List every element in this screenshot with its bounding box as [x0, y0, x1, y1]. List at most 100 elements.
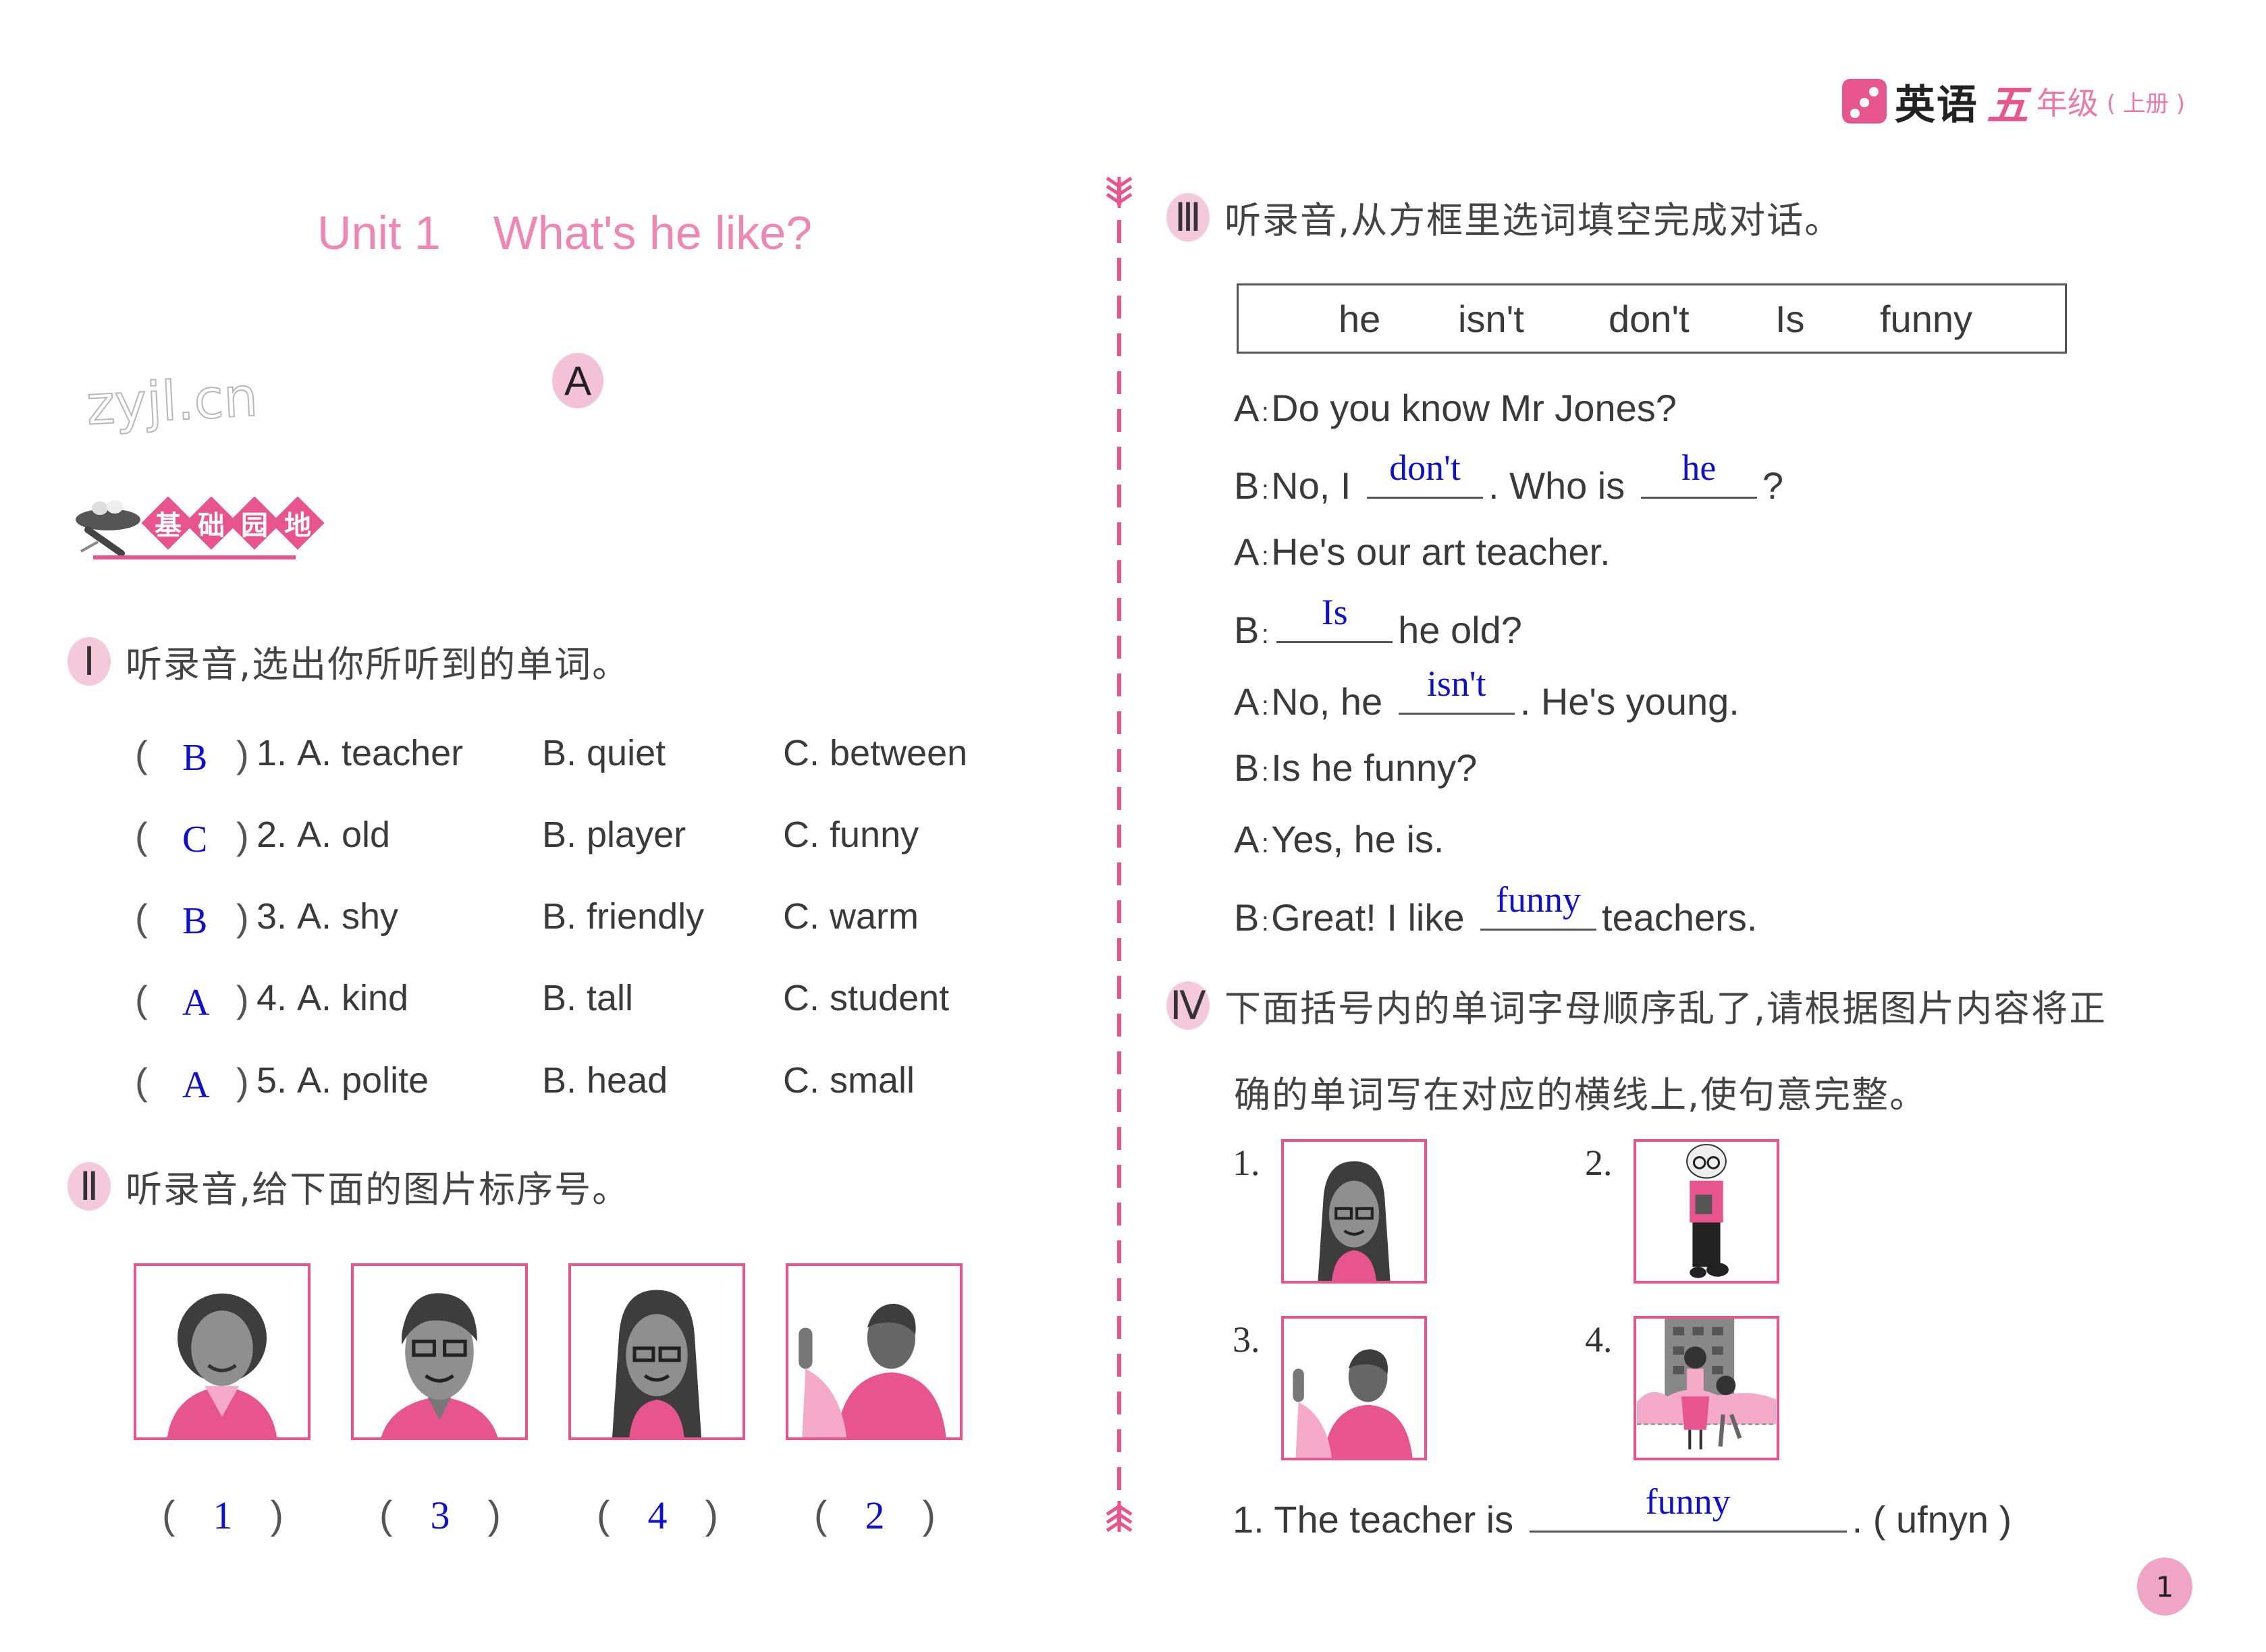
watermark: zyjl.cn [84, 364, 260, 437]
speaker-label: B [1234, 609, 1260, 651]
line-text: He's our art teacher. [1271, 530, 1611, 573]
answer-blank[interactable]: funny [1480, 879, 1597, 931]
answer-blank[interactable]: A [182, 1064, 209, 1107]
q2-picture [134, 1263, 311, 1440]
q1-item: (B) 3. A. shy B. friendly C. warm [135, 896, 1013, 976]
book-brand: 英语 五 年级 ( 上册 ) [1841, 71, 2185, 132]
line-text: . He's young. [1519, 680, 1739, 723]
q2-answer-label: (1) [162, 1493, 284, 1538]
option-b: B. player [542, 815, 686, 855]
line-text: . Who is [1488, 464, 1625, 507]
close-paren: ) [236, 978, 249, 1020]
banner-char: 地 [284, 510, 311, 541]
answer-blank[interactable]: B [182, 736, 207, 779]
answer-text: he [1681, 447, 1717, 488]
illustration-image [1284, 1319, 1424, 1458]
q4-header: Ⅳ 下面括号内的单词字母顺序乱了,请根据图片内容将正 [1166, 979, 2107, 1032]
section-banner: 基 础 园 地 [68, 489, 325, 563]
q2-picture [351, 1263, 528, 1440]
q4-sentence-1: 1. The teacher is funny . ( ufnyn ) [1233, 1481, 2012, 1541]
close-paren: ) [270, 1493, 284, 1537]
word-option: he [1339, 297, 1381, 340]
speaker-label: A [1234, 387, 1260, 429]
q4-number: Ⅳ [1166, 981, 1210, 1030]
q1-item: (C) 2. A. old B. player C. funny [135, 814, 1013, 895]
answer-blank[interactable]: 4 [648, 1493, 668, 1538]
close-paren: ) [487, 1493, 501, 1537]
line-text: Is he funny? [1271, 746, 1478, 789]
sentence-hint: . ( ufnyn ) [1852, 1498, 2012, 1541]
word-option: don't [1609, 297, 1690, 340]
banner-underline [93, 555, 296, 559]
open-paren: ( [162, 1493, 176, 1537]
open-paren: ( [379, 1493, 393, 1537]
q2-answer-label: (2) [814, 1493, 936, 1538]
illustration-image [1636, 1319, 1777, 1458]
word-option: isn't [1458, 297, 1524, 340]
dialogue-line: A : No, he isn't. He's young. [1234, 663, 1739, 723]
answer-text: isn't [1426, 663, 1486, 704]
answer-blank[interactable]: 1 [213, 1493, 233, 1538]
speaker-label: A [1234, 530, 1260, 573]
volume-label: ( 上册 ) [2106, 90, 2185, 117]
answer-blank[interactable]: isn't [1398, 663, 1515, 715]
answer-blank[interactable]: he [1640, 447, 1757, 499]
grade-number: 五 [1986, 80, 2028, 130]
line-text: he old? [1398, 609, 1522, 651]
speaker-label: B [1234, 746, 1260, 789]
dialogue-line: B : No, I don't. Who is he? [1234, 447, 1783, 507]
q4-picture-number: 3. [1233, 1319, 1260, 1360]
portrait-image [136, 1266, 308, 1437]
speaker-label: A [1234, 818, 1260, 860]
option-c: C. funny [783, 815, 919, 855]
illustration-image [1284, 1142, 1424, 1281]
dialogue-line: A : He's our art teacher. [1234, 530, 1611, 573]
word-option: Is [1775, 297, 1805, 340]
speaker-label: B [1234, 464, 1260, 507]
option-c: C. student [783, 978, 950, 1018]
option-b: B. head [542, 1060, 668, 1101]
answer-text: funny [1496, 879, 1582, 920]
page-number: 1 [2137, 1558, 2192, 1616]
answer-blank[interactable]: B [182, 900, 207, 943]
divider-arrow-bottom-icon [1106, 1501, 1133, 1533]
option-a: A. kind [297, 978, 409, 1018]
close-paren: ) [922, 1493, 936, 1537]
q2-picture [568, 1263, 745, 1440]
q1-number: Ⅰ [68, 636, 111, 686]
answer-blank[interactable]: A [182, 981, 209, 1024]
answer-blank[interactable]: funny [1529, 1481, 1847, 1533]
q4-picture-number: 1. [1233, 1142, 1260, 1183]
answer-blank[interactable]: 3 [431, 1493, 450, 1538]
q2-answer-label: (4) [597, 1493, 718, 1538]
portrait-image [354, 1266, 525, 1437]
option-a: A. teacher [297, 733, 464, 773]
answer-blank[interactable]: 2 [865, 1493, 885, 1538]
answer-blank[interactable]: Is [1276, 592, 1393, 643]
q3-header: Ⅲ 听录音,从方框里选词填空完成对话。 [1166, 190, 1842, 244]
option-b: B. tall [542, 978, 634, 1018]
option-a: A. polite [297, 1060, 429, 1101]
q1-item: (B) 1. A. teacher B. quiet C. between [135, 732, 1013, 813]
line-text: No, I [1271, 464, 1351, 507]
close-paren: ) [236, 815, 249, 857]
q2-instruction: 听录音,给下面的图片标序号。 [126, 1168, 630, 1211]
answer-text: don't [1389, 447, 1461, 488]
line-text: Yes, he is. [1271, 818, 1445, 860]
line-text: ? [1762, 464, 1783, 507]
illustration-image [1636, 1142, 1777, 1281]
dialogue-line: B : Is he funny? [1234, 746, 1478, 789]
option-b: B. quiet [542, 733, 666, 773]
answer-blank[interactable]: C [182, 818, 207, 861]
item-number: 3. [257, 896, 288, 937]
q4-picture-number: 4. [1585, 1319, 1613, 1360]
open-paren: ( [135, 815, 148, 857]
word-option: funny [1880, 297, 1972, 340]
q4-picture [1281, 1316, 1427, 1460]
line-text: No, he [1271, 680, 1383, 723]
answer-blank[interactable]: don't [1366, 447, 1483, 499]
open-paren: ( [135, 733, 148, 775]
q4-picture [1634, 1316, 1779, 1460]
line-text: Great! I like [1271, 896, 1465, 939]
q2-number: Ⅱ [68, 1161, 111, 1211]
